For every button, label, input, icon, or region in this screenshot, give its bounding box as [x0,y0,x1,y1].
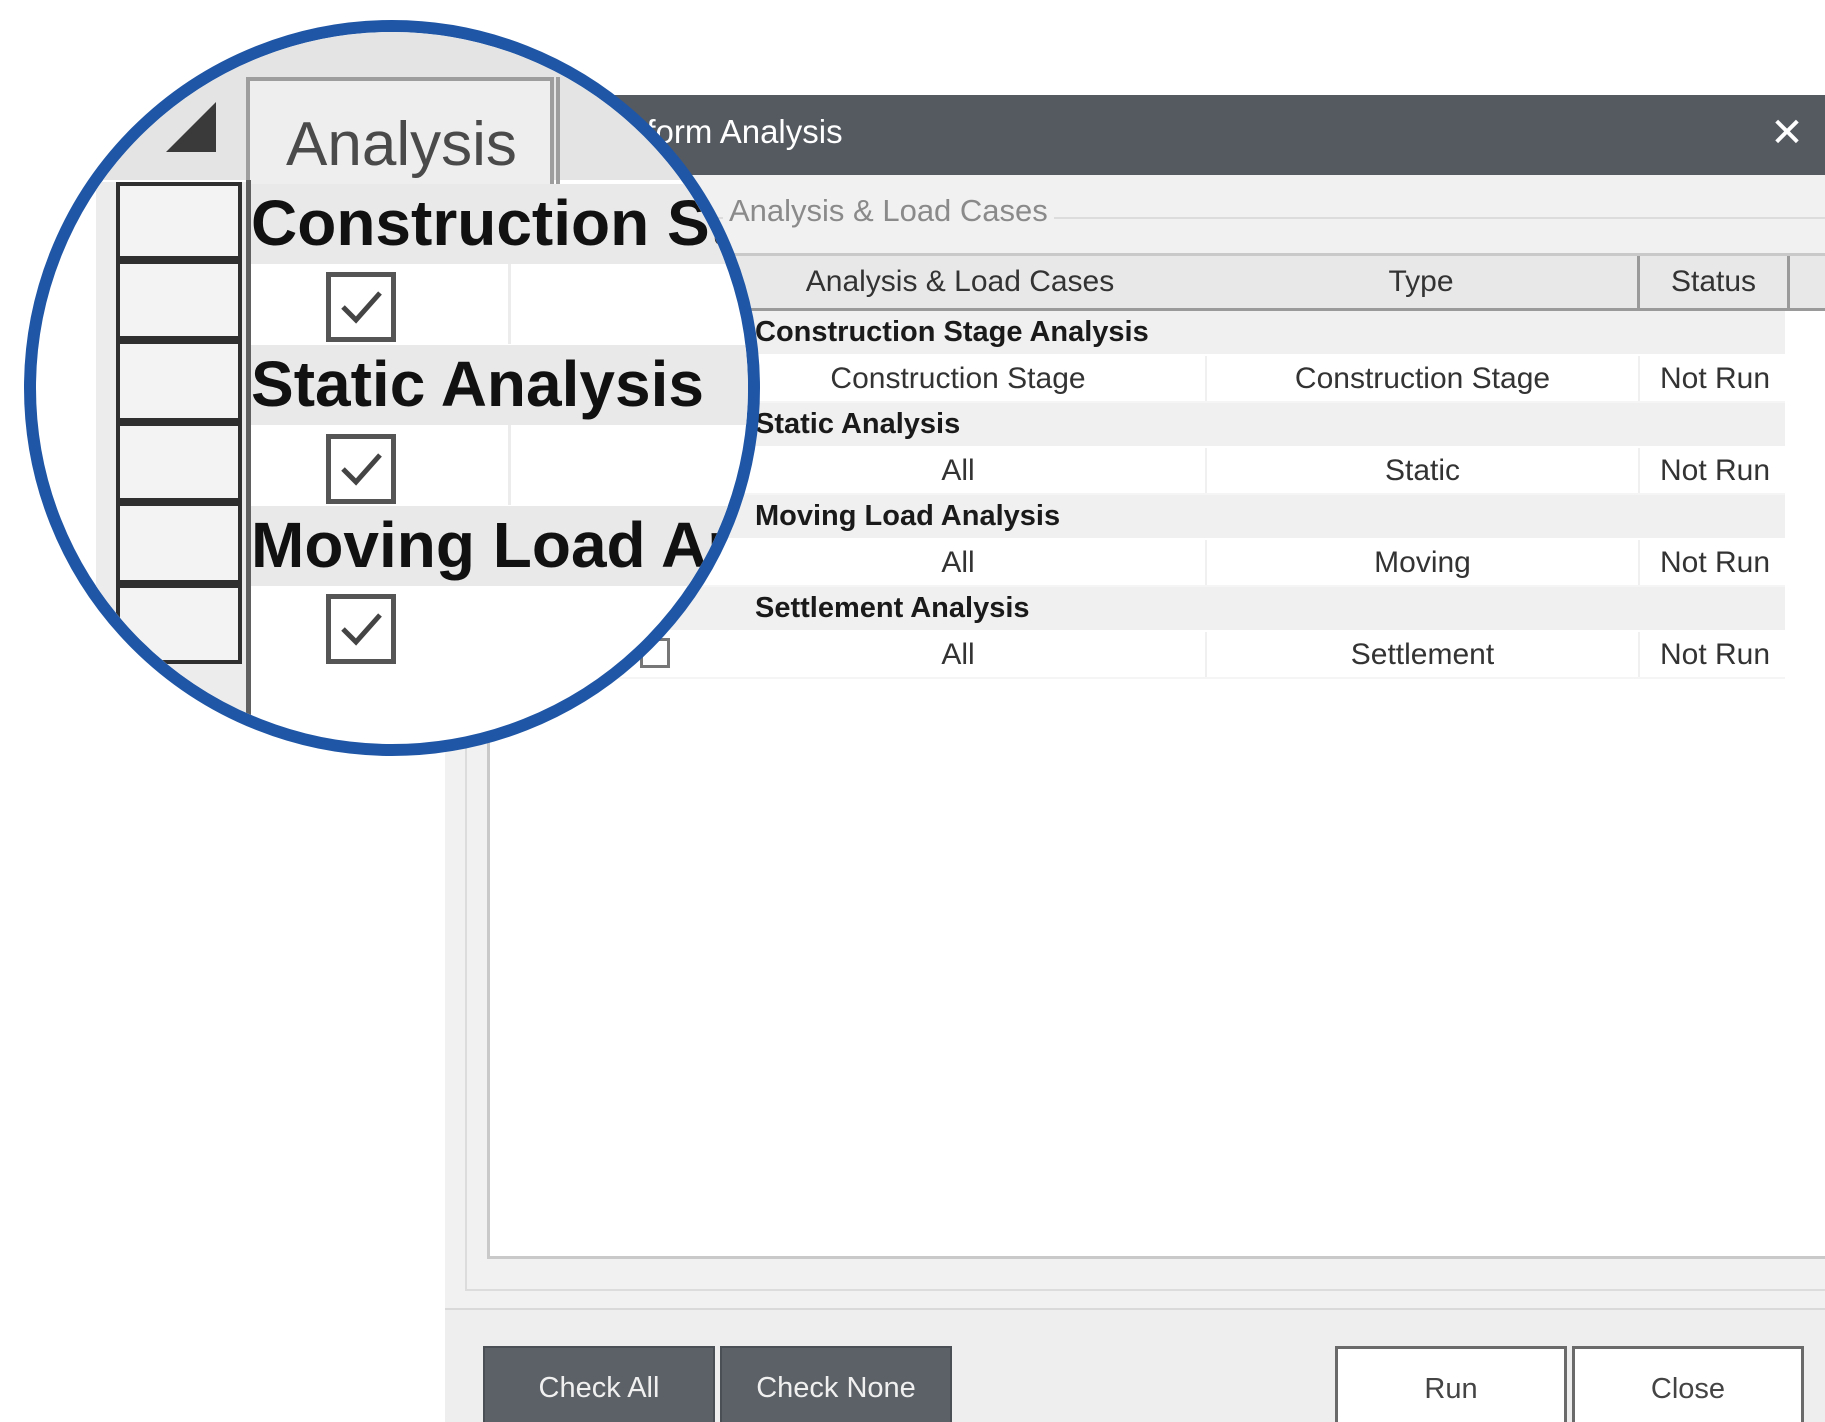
status-cell: Not Run [1659,454,1771,487]
column-header-status[interactable]: Status [1640,256,1790,308]
magnified-toolbar: Analysis [36,32,748,201]
corner-triangle-icon [166,102,216,152]
checkmark-icon [341,291,382,324]
row-header-cell [116,260,242,340]
status-cell: Not Run [1659,546,1771,579]
type-cell: Static [1205,448,1640,493]
magnified-group-name: Moving Load Analysis [251,509,748,581]
button-bar: Check All Check None Run Close [445,1308,1825,1422]
case-cell: All [941,454,975,487]
type-cell: Construction Stage [1205,356,1640,401]
case-cell: All [941,546,975,579]
magnifier-callout: Analysis Construction Stage Analysis Sta… [24,20,760,756]
cell-separator [508,425,511,505]
analysis-tab-label: Analysis [286,110,517,179]
magnified-group-row: Static Analysis [251,345,748,425]
magnified-group-row: Construction Stage Analysis [251,184,748,264]
groupbox-label: Analysis & Load Cases [723,193,1054,229]
group-name: Moving Load Analysis [755,500,1061,532]
magnified-group-row: Moving Load Analysis [251,506,748,586]
type-cell: Settlement [1205,632,1640,677]
close-icon[interactable]: ✕ [1761,107,1813,159]
row-header-cell [116,340,242,422]
magnified-analysis-tab[interactable]: Analysis [246,77,554,201]
column-divider [246,180,251,744]
case-cell: Construction Stage [830,362,1086,395]
status-cell: Not Run [1659,638,1771,671]
status-cell: Not Run [1659,362,1771,395]
column-header-type[interactable]: Type [1205,256,1640,308]
tab-divider [556,77,560,197]
row-header-cell [116,182,242,260]
magnified-group-name: Static Analysis [251,348,704,420]
magnified-checkbox[interactable] [326,272,396,342]
cell-separator [508,264,511,344]
group-name: Static Analysis [755,408,961,440]
row-header-cell [116,422,242,502]
magnified-group-name: Construction Stage Analysis [251,187,748,259]
row-header-cell [116,584,242,664]
type-cell: Moving [1205,540,1640,585]
check-all-button[interactable]: Check All [483,1346,715,1422]
run-button[interactable]: Run [1335,1346,1567,1422]
group-name: Settlement Analysis [755,592,1030,624]
group-name: Construction Stage Analysis [755,316,1149,348]
row-header-cell [116,502,242,584]
magnified-checkbox[interactable] [326,594,396,664]
checkmark-icon [341,453,382,486]
close-button[interactable]: Close [1572,1346,1804,1422]
magnified-checkbox[interactable] [326,434,396,504]
magnified-row-headers [96,182,246,744]
check-none-button[interactable]: Check None [720,1346,952,1422]
checkmark-icon [341,613,382,646]
case-cell: All [941,638,975,671]
